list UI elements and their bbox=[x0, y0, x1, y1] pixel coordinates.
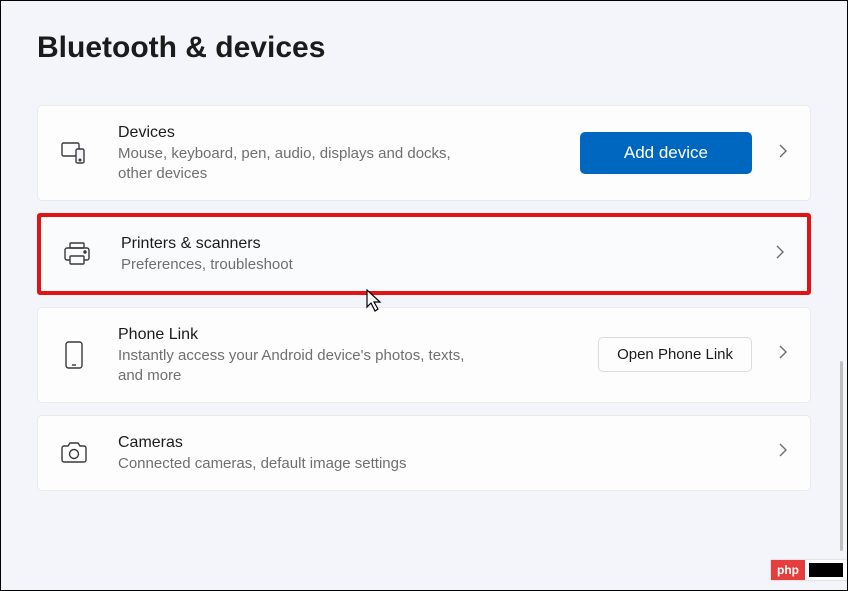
phone-link-text: Phone Link Instantly access your Android… bbox=[118, 324, 598, 386]
devices-icon bbox=[60, 139, 88, 167]
open-phone-link-button[interactable]: Open Phone Link bbox=[598, 337, 752, 372]
cameras-subtitle: Connected cameras, default image setting… bbox=[118, 454, 478, 474]
phone-link-subtitle: Instantly access your Android device's p… bbox=[118, 346, 478, 387]
devices-title: Devices bbox=[118, 122, 564, 144]
camera-icon bbox=[60, 439, 88, 467]
watermark-text: php bbox=[771, 560, 805, 580]
printers-subtitle: Preferences, troubleshoot bbox=[121, 255, 481, 275]
cameras-text: Cameras Connected cameras, default image… bbox=[118, 432, 778, 474]
devices-subtitle: Mouse, keyboard, pen, audio, displays an… bbox=[118, 144, 478, 185]
printers-text: Printers & scanners Preferences, trouble… bbox=[121, 233, 775, 275]
printers-scanners-row[interactable]: Printers & scanners Preferences, trouble… bbox=[37, 213, 811, 295]
add-device-button[interactable]: Add device bbox=[580, 132, 752, 174]
cameras-title: Cameras bbox=[118, 432, 762, 454]
chevron-right-icon bbox=[775, 244, 785, 265]
chevron-right-icon bbox=[778, 143, 788, 164]
scrollbar[interactable] bbox=[840, 361, 843, 551]
printers-title: Printers & scanners bbox=[121, 233, 759, 255]
devices-row[interactable]: Devices Mouse, keyboard, pen, audio, dis… bbox=[37, 105, 811, 201]
devices-text: Devices Mouse, keyboard, pen, audio, dis… bbox=[118, 122, 580, 184]
page-title: Bluetooth & devices bbox=[37, 31, 811, 65]
phone-link-title: Phone Link bbox=[118, 324, 582, 346]
phone-icon bbox=[60, 341, 88, 369]
cameras-row[interactable]: Cameras Connected cameras, default image… bbox=[37, 415, 811, 491]
watermark: php bbox=[771, 560, 847, 580]
phone-link-row[interactable]: Phone Link Instantly access your Android… bbox=[37, 307, 811, 403]
printer-icon bbox=[63, 240, 91, 268]
chevron-right-icon bbox=[778, 344, 788, 365]
chevron-right-icon bbox=[778, 442, 788, 463]
watermark-block bbox=[809, 563, 843, 577]
